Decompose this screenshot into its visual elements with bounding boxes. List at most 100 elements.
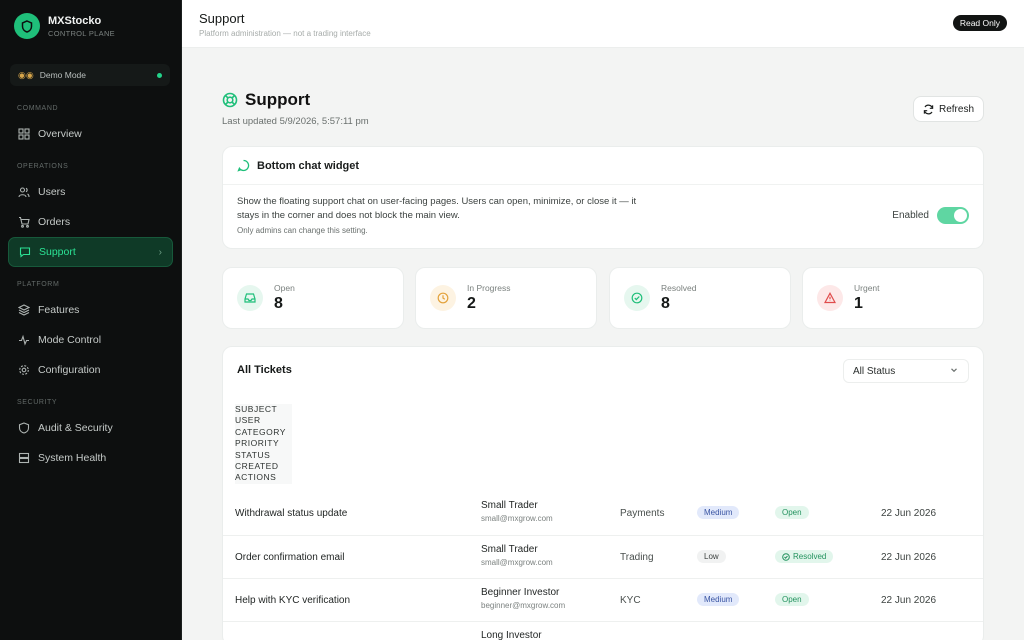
page-title-text: Support bbox=[245, 90, 311, 109]
shield-icon bbox=[18, 422, 30, 434]
chat-widget-title: Bottom chat widget bbox=[257, 159, 360, 172]
column-header: PRIORITY bbox=[235, 438, 280, 449]
status-badge: Resolved bbox=[775, 550, 834, 563]
ticket-created: 22 Jun 2026 bbox=[881, 595, 937, 606]
table-header: SUBJECT USER CATEGORY PRIORITY STATUS CR… bbox=[235, 404, 292, 484]
brand-name: MXStocko bbox=[48, 14, 102, 27]
binoculars-icon: ◉◉ bbox=[18, 69, 34, 80]
stat-value: 2 bbox=[467, 295, 476, 312]
table-row[interactable]: Long Investor bbox=[223, 621, 983, 640]
section-platform: PLATFORM bbox=[17, 281, 60, 288]
ticket-user-name: Small Trader bbox=[481, 544, 538, 555]
sidebar-item-label: Support bbox=[39, 246, 76, 258]
chat-bubble-icon bbox=[237, 159, 250, 172]
sidebar-item-label: Orders bbox=[38, 216, 71, 228]
sidebar-item-users[interactable]: Users bbox=[8, 177, 173, 207]
status-filter-value: All Status bbox=[853, 365, 896, 377]
status-badge-label: Resolved bbox=[793, 552, 827, 561]
toggle-label: Enabled bbox=[892, 210, 929, 221]
topbar-title: Support bbox=[199, 11, 245, 26]
grid-icon bbox=[18, 128, 30, 140]
refresh-icon bbox=[923, 104, 934, 115]
lifebuoy-icon bbox=[222, 92, 238, 108]
stat-label: Urgent bbox=[854, 283, 880, 293]
column-header: USER bbox=[235, 415, 261, 426]
sidebar-item-features[interactable]: Features bbox=[8, 295, 173, 325]
demo-mode-indicator[interactable]: ◉◉ Demo Mode bbox=[10, 64, 170, 86]
sidebar-item-mode-control[interactable]: Mode Control bbox=[8, 325, 173, 355]
sidebar-item-label: Features bbox=[38, 304, 80, 316]
chevron-down-icon bbox=[949, 365, 959, 375]
column-header: CATEGORY bbox=[235, 426, 286, 437]
priority-badge: Medium bbox=[697, 506, 740, 519]
check-circle-icon bbox=[782, 552, 790, 561]
refresh-button[interactable]: Refresh bbox=[913, 96, 984, 122]
sidebar-item-label: Overview bbox=[38, 128, 82, 140]
brand[interactable]: MXStocko CONTROL PLANE bbox=[0, 0, 181, 52]
sidebar-item-label: Mode Control bbox=[38, 334, 102, 346]
priority-badge: Low bbox=[697, 550, 726, 563]
stat-card-open: Open 8 bbox=[222, 267, 404, 329]
chat-widget-toggle[interactable] bbox=[937, 207, 969, 224]
last-updated: Last updated 5/9/2026, 5:57:11 pm bbox=[222, 116, 369, 127]
tickets-title: All Tickets bbox=[237, 364, 292, 376]
table-row[interactable]: Help with KYC verification Beginner Inve… bbox=[223, 578, 983, 621]
clock-icon bbox=[430, 285, 456, 311]
activity-icon bbox=[18, 334, 30, 346]
sidebar-item-support[interactable]: Support › bbox=[8, 237, 173, 267]
ticket-created: 22 Jun 2026 bbox=[881, 508, 937, 519]
shield-logo-icon bbox=[14, 13, 40, 39]
sidebar-item-orders[interactable]: Orders bbox=[8, 207, 173, 237]
status-badge: Open bbox=[775, 593, 809, 606]
status-badge: Open bbox=[775, 506, 809, 519]
status-dot bbox=[157, 72, 162, 78]
column-header: SUBJECT bbox=[235, 404, 278, 414]
sidebar-item-audit-security[interactable]: Audit & Security bbox=[8, 413, 173, 443]
sidebar-item-system-health[interactable]: System Health bbox=[8, 443, 173, 473]
cart-icon bbox=[18, 216, 30, 228]
column-header: ACTIONS bbox=[235, 472, 277, 483]
status-filter-select[interactable]: All Status bbox=[843, 359, 969, 383]
table-row[interactable]: Withdrawal status update Small Trader sm… bbox=[223, 492, 983, 535]
chat-widget-note: Only admins can change this setting. bbox=[237, 226, 368, 235]
sidebar-item-label: Users bbox=[38, 186, 66, 198]
stat-card-urgent: Urgent 1 bbox=[802, 267, 984, 329]
sidebar-item-configuration[interactable]: Configuration bbox=[8, 355, 173, 385]
main-content: Support Last updated 5/9/2026, 5:57:11 p… bbox=[182, 48, 1024, 640]
ticket-user-email: small@mxgrow.com bbox=[481, 558, 553, 567]
section-operations: OPERATIONS bbox=[17, 163, 69, 170]
chat-icon bbox=[19, 246, 31, 258]
stat-card-in-progress: In Progress 2 bbox=[415, 267, 597, 329]
stat-label: In Progress bbox=[467, 283, 511, 293]
chat-widget-card: Bottom chat widget Show the floating sup… bbox=[222, 146, 984, 249]
column-header: CREATED bbox=[235, 461, 279, 472]
ticket-subject: Withdrawal status update bbox=[235, 508, 348, 519]
demo-mode-label: Demo Mode bbox=[39, 70, 87, 80]
priority-badge: Medium bbox=[697, 593, 740, 606]
refresh-label: Refresh bbox=[938, 103, 974, 115]
tickets-card: All Tickets All Status SUBJECT USER CATE… bbox=[222, 346, 984, 640]
sidebar-item-overview[interactable]: Overview bbox=[8, 119, 173, 149]
sidebar-item-label: Audit & Security bbox=[38, 422, 113, 434]
stat-label: Open bbox=[274, 283, 295, 293]
inbox-icon bbox=[237, 285, 263, 311]
chevron-right-icon: › bbox=[158, 246, 162, 258]
ticket-category: KYC bbox=[620, 595, 641, 606]
column-header: STATUS bbox=[235, 449, 271, 460]
ticket-user-name: Beginner Investor bbox=[481, 587, 560, 598]
layers-icon bbox=[18, 304, 30, 316]
stat-label: Resolved bbox=[661, 283, 697, 293]
alert-triangle-icon bbox=[817, 285, 843, 311]
gear-icon bbox=[18, 364, 30, 376]
topbar: Support Platform administration — not a … bbox=[182, 0, 1024, 48]
table-row[interactable]: Order confirmation email Small Trader sm… bbox=[223, 535, 983, 578]
ticket-user-email: small@mxgrow.com bbox=[481, 514, 553, 523]
sidebar-item-label: System Health bbox=[38, 452, 107, 464]
ticket-category: Trading bbox=[620, 552, 654, 563]
section-command: COMMAND bbox=[17, 105, 59, 112]
brand-subtitle: CONTROL PLANE bbox=[48, 28, 115, 38]
ticket-category: Payments bbox=[620, 508, 665, 519]
stat-value: 8 bbox=[661, 295, 670, 312]
server-icon bbox=[18, 452, 30, 464]
stat-value: 8 bbox=[274, 295, 283, 312]
